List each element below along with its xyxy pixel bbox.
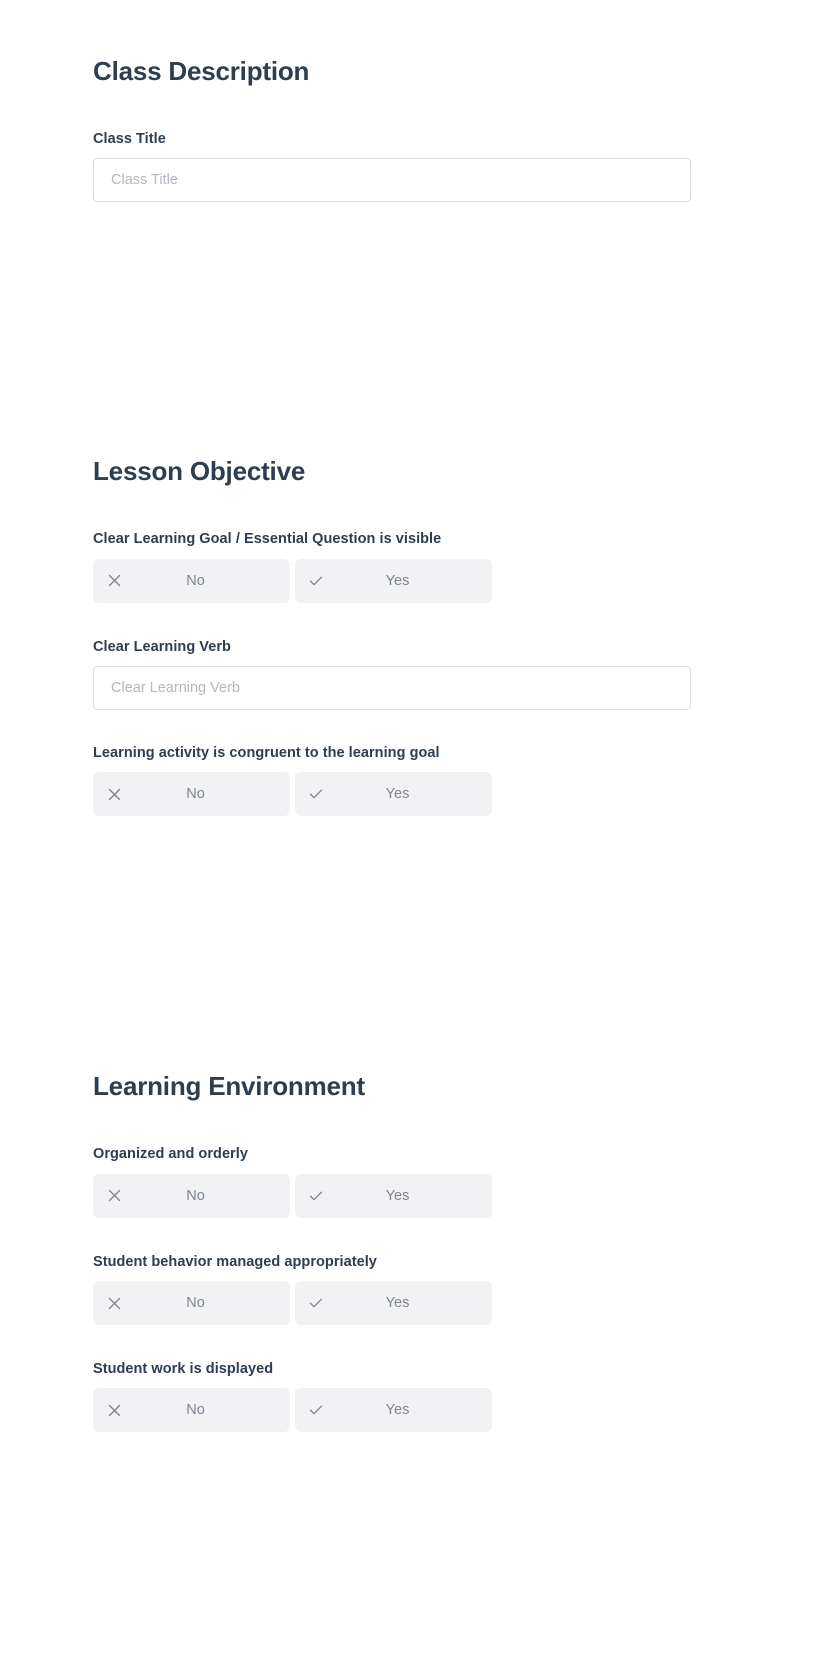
- close-icon: [106, 786, 122, 802]
- toggle-label-no: No: [186, 1295, 205, 1312]
- toggle-learning-activity-congruent-yes[interactable]: Yes: [295, 772, 492, 817]
- field-learning-activity-congruent: Learning activity is congruent to the le…: [93, 744, 691, 817]
- toggle-student-work-displayed-yes[interactable]: Yes: [295, 1388, 492, 1433]
- toggle-clear-learning-goal-yes[interactable]: Yes: [295, 558, 492, 603]
- field-organized-and-orderly: Organized and orderly No Yes: [93, 1146, 691, 1218]
- section-title-class-description: Class Description: [93, 56, 310, 86]
- toggle-group-organized-and-orderly: No Yes: [93, 1173, 492, 1218]
- field-clear-learning-verb: Clear Learning Verb: [93, 639, 691, 710]
- label-clear-learning-verb: Clear Learning Verb: [93, 638, 231, 655]
- toggle-group-student-behavior-managed: No Yes: [93, 1281, 492, 1326]
- field-clear-learning-goal: Clear Learning Goal / Essential Question…: [93, 531, 691, 603]
- check-icon: [308, 1188, 324, 1204]
- toggle-label-no: No: [186, 572, 205, 589]
- check-icon: [308, 573, 324, 589]
- label-student-work-displayed: Student work is displayed: [93, 1361, 274, 1378]
- field-student-behavior-managed: Student behavior managed appropriately N…: [93, 1253, 691, 1326]
- form-page: Class Description Class Title Lesson Obj…: [0, 0, 840, 1680]
- toggle-label-yes: Yes: [385, 1295, 410, 1312]
- toggle-label-yes: Yes: [385, 786, 410, 803]
- toggle-student-behavior-managed-yes[interactable]: Yes: [295, 1281, 492, 1326]
- toggle-label-yes: Yes: [385, 1402, 410, 1419]
- field-class-title: Class Title: [93, 130, 691, 203]
- section-title-learning-environment: Learning Environment: [93, 1071, 365, 1102]
- input-clear-learning-verb[interactable]: [93, 665, 691, 710]
- toggle-label-no: No: [186, 786, 205, 803]
- check-icon: [308, 1295, 324, 1311]
- close-icon: [106, 1188, 122, 1204]
- toggle-student-behavior-managed-no[interactable]: No: [93, 1281, 290, 1326]
- section-class-description: Class Description Class Title: [93, 0, 691, 203]
- section-lesson-objective: Lesson Objective Clear Learning Goal / E…: [93, 202, 691, 817]
- section-title-lesson-objective: Lesson Objective: [93, 456, 306, 487]
- input-class-title[interactable]: [93, 158, 691, 203]
- field-student-work-displayed: Student work is displayed No Yes: [93, 1361, 691, 1433]
- check-icon: [308, 1402, 324, 1418]
- close-icon: [106, 573, 122, 589]
- toggle-label-yes: Yes: [385, 1187, 410, 1204]
- check-icon: [308, 786, 324, 802]
- label-clear-learning-goal: Clear Learning Goal / Essential Question…: [93, 531, 442, 548]
- form-content: Class Description Class Title Lesson Obj…: [93, 0, 691, 1433]
- toggle-group-learning-activity-congruent: No Yes: [93, 772, 492, 817]
- label-organized-and-orderly: Organized and orderly: [93, 1146, 248, 1163]
- toggle-clear-learning-goal-no[interactable]: No: [93, 558, 290, 603]
- toggle-learning-activity-congruent-no[interactable]: No: [93, 772, 290, 817]
- label-student-behavior-managed: Student behavior managed appropriately: [93, 1253, 377, 1270]
- toggle-label-no: No: [186, 1402, 205, 1419]
- toggle-organized-and-orderly-yes[interactable]: Yes: [295, 1173, 492, 1218]
- toggle-student-work-displayed-no[interactable]: No: [93, 1388, 290, 1433]
- toggle-label-no: No: [186, 1187, 205, 1204]
- toggle-label-yes: Yes: [385, 572, 410, 589]
- label-learning-activity-congruent: Learning activity is congruent to the le…: [93, 744, 440, 761]
- section-learning-environment: Learning Environment Organized and order…: [93, 816, 691, 1433]
- close-icon: [106, 1402, 122, 1418]
- toggle-group-student-work-displayed: No Yes: [93, 1388, 492, 1433]
- close-icon: [106, 1295, 122, 1311]
- toggle-group-clear-learning-goal: No Yes: [93, 558, 492, 603]
- label-class-title: Class Title: [93, 130, 166, 147]
- toggle-organized-and-orderly-no[interactable]: No: [93, 1173, 290, 1218]
